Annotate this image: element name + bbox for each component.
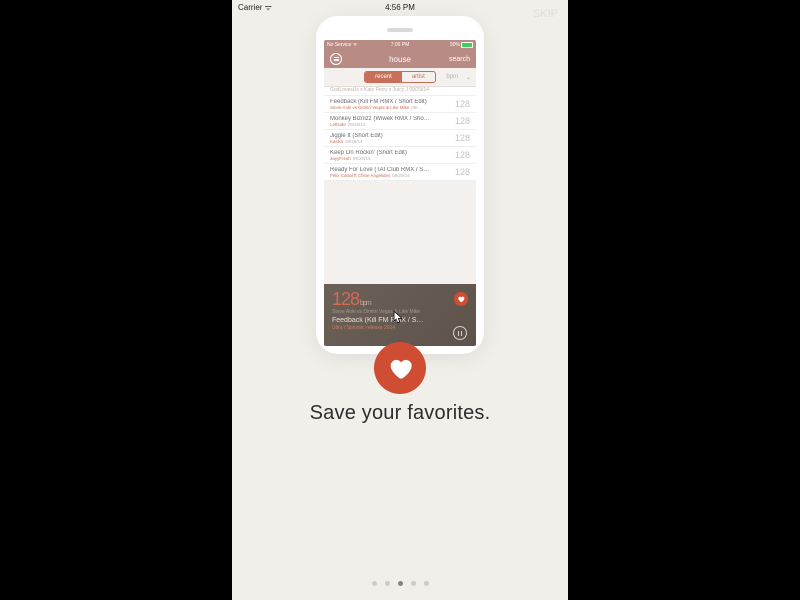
player-title: Feedback (Kill FM RMX / S… (332, 317, 468, 324)
track-bpm: 128 (455, 99, 470, 109)
track-date: 09/… (411, 105, 422, 110)
track-date: 09/29/14 (392, 173, 410, 178)
page-dot[interactable] (385, 581, 390, 586)
hero-caption: Save your favorites. (232, 402, 568, 425)
heart-icon (457, 295, 465, 303)
bpm-sort-label[interactable]: bpm (446, 74, 458, 80)
heart-icon (386, 354, 414, 382)
track-bpm: 128 (455, 116, 470, 126)
track-title: GodLovesUs x Katy Perry x Juicy J (330, 87, 408, 93)
track-date: 09/29/14 (353, 156, 371, 161)
track-artist: Leftside (330, 122, 346, 127)
track-bpm: 128 (455, 150, 470, 160)
page-indicator[interactable] (232, 581, 568, 586)
list-item[interactable]: Ready For Love (TAI Club RMX / S… Felix … (324, 164, 476, 181)
pause-button[interactable] (453, 326, 467, 340)
skip-button[interactable]: SKIP (533, 8, 558, 20)
app-navbar: house search (324, 50, 476, 68)
list-item[interactable]: GodLovesUs x Katy Perry x Juicy J 09/29/… (324, 87, 476, 96)
phone-screen: No Service ᯤ 7:06 PM 90% house search re… (324, 40, 476, 346)
hero-heart-badge (374, 342, 426, 394)
page-dot[interactable] (372, 581, 377, 586)
track-date: 09/29/14 (348, 122, 366, 127)
page-dot[interactable] (411, 581, 416, 586)
track-artist: Kastra (330, 139, 343, 144)
app-statusbar: No Service ᯤ 7:06 PM 90% (324, 40, 476, 50)
seg-artist[interactable]: artist (402, 72, 435, 82)
track-bpm: 128 (455, 167, 470, 177)
sort-segmented[interactable]: recent artist (364, 71, 436, 83)
track-artist: Felix Cartal ft Chloe Angelides (330, 173, 390, 178)
battery-icon (461, 42, 473, 48)
page-dot[interactable] (398, 581, 403, 586)
player-label: Ultra / Spinnin; release 2014 (332, 325, 468, 331)
track-artist: JayyFresh (330, 156, 351, 161)
list-item[interactable]: Keep On Rockin' (Short Edit) JayyFresh09… (324, 147, 476, 164)
list-item[interactable]: Feedback (Kill FM RMX / Short Edit) Stev… (324, 96, 476, 113)
chevron-down-icon[interactable]: ⌄ (466, 74, 471, 81)
track-bpm: 128 (455, 133, 470, 143)
statusbar-time: 4:56 PM (232, 3, 568, 12)
phone-speaker (387, 28, 413, 32)
filter-row: recent artist bpm ⌄ (324, 68, 476, 87)
track-date: 09/29/14 (409, 87, 428, 93)
player-bpm: 128bpm (332, 290, 468, 308)
onboarding-panel: Carrier ᯤ 4:56 PM SKIP No Service ᯤ 7:06… (232, 0, 568, 600)
statusbar-time: 7:06 PM (324, 42, 476, 48)
list-item[interactable]: Monkey Biznizz (Wiwek RMX / Sho… Leftsid… (324, 113, 476, 130)
track-date: 09/29/14 (345, 139, 363, 144)
track-artist: Steve Aoki vs Dimitri Vegas & Like Mike (330, 105, 409, 110)
favorite-button[interactable] (454, 292, 468, 306)
seg-recent[interactable]: recent (365, 72, 402, 82)
list-item[interactable]: Jiggle It (Short Edit) Kastra09/29/14 12… (324, 130, 476, 147)
track-list[interactable]: GodLovesUs x Katy Perry x Juicy J 09/29/… (324, 87, 476, 181)
now-playing-bar[interactable]: 128bpm Steve Aoki vs Dimitri Vegas & Lik… (324, 284, 476, 346)
phone-mock: No Service ᯤ 7:06 PM 90% house search re… (316, 16, 484, 354)
page-dot[interactable] (424, 581, 429, 586)
device-statusbar: Carrier ᯤ 4:56 PM (232, 0, 568, 14)
nav-title: house (324, 55, 476, 64)
player-artist: Steve Aoki vs Dimitri Vegas & Like Mike (332, 309, 468, 315)
